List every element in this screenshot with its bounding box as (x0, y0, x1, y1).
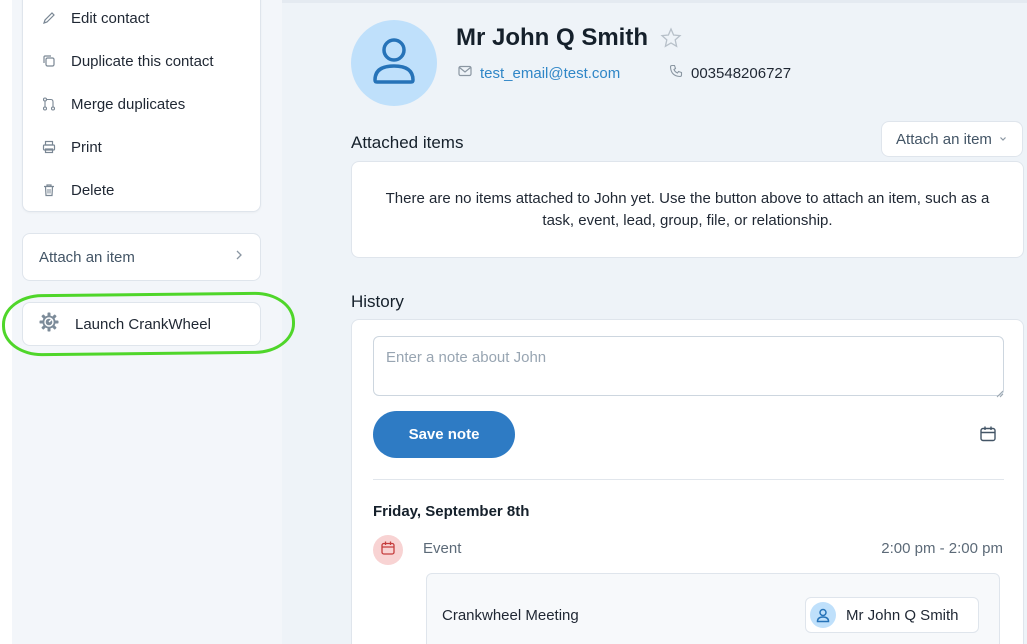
contact-phone-number: 003548206727 (691, 65, 792, 82)
copy-icon (41, 53, 57, 69)
merge-icon (41, 96, 57, 112)
contact-phone: 003548206727 (669, 64, 791, 83)
chip-contact-name: Mr John Q Smith (846, 606, 959, 624)
attached-items-title: Attached items (351, 133, 464, 152)
envelope-icon (458, 64, 472, 82)
contact-email: test_email@test.com (480, 64, 621, 82)
delete-label: Delete (71, 181, 115, 199)
merge-duplicates-label: Merge duplicates (71, 95, 186, 113)
event-badge (373, 535, 403, 565)
event-time: 2:00 pm - 2:00 pm (881, 540, 1003, 557)
duplicate-contact-item[interactable]: Duplicate this contact (23, 43, 260, 79)
print-label: Print (71, 138, 102, 156)
attached-items-panel: There are no items attached to John yet.… (351, 161, 1024, 258)
contact-name: Mr John Q Smith (456, 24, 648, 51)
contact-actions-menu: Edit contact Duplicate this contact Merg… (22, 0, 261, 212)
chevron-down-icon (998, 130, 1008, 148)
event-card[interactable]: Crankwheel Meeting Mr John Q Smith (426, 573, 1000, 644)
edit-contact-label: Edit contact (71, 9, 150, 27)
event-title: Crankwheel Meeting (442, 607, 579, 624)
contact-email-link[interactable]: test_email@test.com (458, 64, 620, 82)
history-divider (373, 479, 1004, 480)
edit-contact-item[interactable]: Edit contact (23, 0, 260, 36)
chevron-right-icon (234, 248, 244, 266)
delete-item[interactable]: Delete (23, 172, 260, 208)
launch-crankwheel-button[interactable]: Launch CrankWheel (22, 302, 261, 346)
chip-avatar (810, 602, 836, 628)
top-bar (282, 0, 1027, 3)
calendar-icon[interactable] (978, 424, 998, 444)
note-input[interactable] (373, 336, 1004, 396)
trash-icon (41, 182, 57, 198)
attach-item-dropdown[interactable]: Attach an item (881, 121, 1023, 157)
sidebar-attach-item-button[interactable]: Attach an item (22, 233, 261, 281)
person-icon (371, 36, 417, 91)
print-item[interactable]: Print (23, 129, 260, 165)
attach-item-label: Attach an item (896, 130, 992, 148)
printer-icon (41, 139, 57, 155)
phone-icon (669, 64, 683, 83)
event-contact-chip[interactable]: Mr John Q Smith (805, 597, 979, 633)
merge-duplicates-item[interactable]: Merge duplicates (23, 86, 260, 122)
pencil-icon (41, 10, 57, 26)
resize-grip-icon[interactable] (994, 385, 1004, 398)
star-icon[interactable] (660, 27, 682, 49)
history-title: History (351, 292, 404, 311)
history-panel: Save note Friday, September 8th Event 2:… (351, 319, 1024, 644)
duplicate-contact-label: Duplicate this contact (71, 52, 214, 70)
event-calendar-icon (380, 540, 396, 561)
launch-crankwheel-label: Launch CrankWheel (75, 315, 211, 333)
attached-empty-message: There are no items attached to John yet.… (385, 189, 990, 229)
save-note-button[interactable]: Save note (373, 411, 515, 458)
person-icon (816, 608, 830, 622)
sidebar-attach-item-label: Attach an item (39, 248, 135, 266)
left-edge (0, 0, 12, 644)
event-type-label: Event (423, 540, 462, 557)
history-date-heading: Friday, September 8th (373, 503, 530, 520)
contact-avatar (351, 20, 437, 106)
crankwheel-gear-icon (39, 312, 59, 337)
